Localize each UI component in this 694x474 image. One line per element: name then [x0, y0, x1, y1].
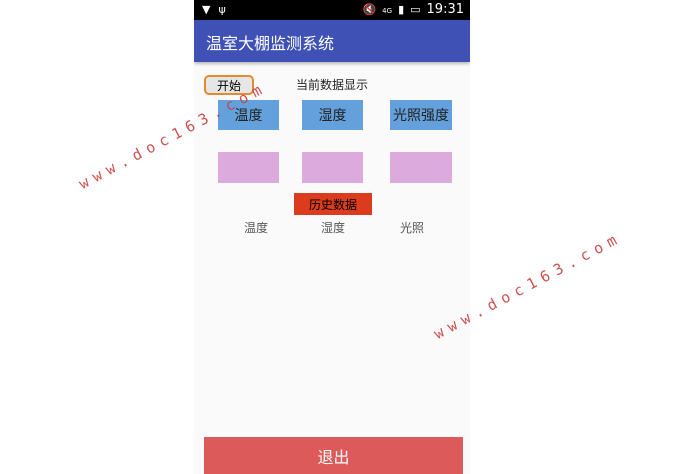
- history-col-light: 光照: [400, 221, 425, 235]
- mute-icon: 🔇: [362, 3, 377, 16]
- app-bar: 温室大棚监测系统: [194, 20, 470, 62]
- status-bar: ▼ ψ 🔇 4G ▮ ▭ 19:31: [194, 0, 470, 20]
- clock: 19:31: [426, 2, 464, 17]
- notification-icon: ▼: [202, 3, 211, 16]
- usb-icon: ψ: [218, 3, 226, 16]
- current-data-label: 当前数据显示: [296, 78, 369, 92]
- signal-icon: ▮: [398, 3, 405, 16]
- humidity-value-box: [302, 152, 363, 183]
- phone-screen: ▼ ψ 🔇 4G ▮ ▭ 19:31 温室大棚监测系统 开始 当前数据显示 温度…: [194, 0, 470, 474]
- exit-button[interactable]: 退出: [204, 437, 463, 474]
- history-col-humidity: 湿度: [321, 221, 346, 235]
- app-title: 温室大棚监测系统: [206, 34, 335, 53]
- light-value-box: [390, 152, 452, 183]
- humidity-label-box: 湿度: [302, 100, 363, 130]
- history-data-button[interactable]: 历史数据: [294, 193, 372, 215]
- history-col-temperature: 温度: [244, 221, 269, 235]
- network-type: 4G: [382, 6, 393, 15]
- battery-icon: ▭: [410, 3, 421, 16]
- temperature-value-box: [218, 152, 279, 183]
- light-label-box: 光照强度: [390, 100, 452, 130]
